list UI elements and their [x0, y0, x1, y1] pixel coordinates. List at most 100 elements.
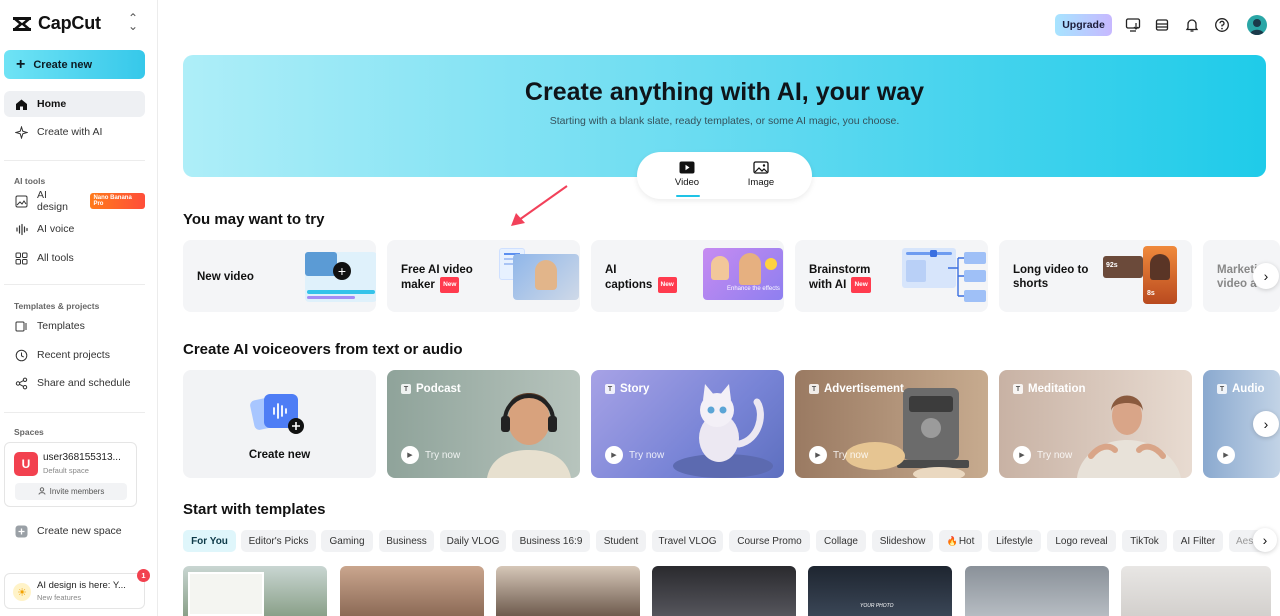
plus-icon: + — [16, 55, 26, 73]
tab-video[interactable]: Video — [662, 161, 712, 188]
voice-card-title: Story — [620, 383, 650, 395]
try-card-line2: shorts — [1013, 278, 1049, 290]
try-card-new-video[interactable]: New video + — [183, 240, 376, 312]
sidebar-item-all-tools[interactable]: All tools — [4, 245, 145, 271]
voice-card-meditation[interactable]: T Meditation ▶ Try now — [999, 370, 1192, 478]
sidebar-item-create-with-ai[interactable]: Create with AI — [4, 119, 145, 145]
spaces-section-label: Spaces — [14, 427, 44, 437]
fire-icon: 🔥 — [946, 535, 958, 546]
new-video-preview: + — [305, 252, 376, 302]
help-icon[interactable] — [1213, 16, 1230, 33]
sidebar-item-label: Create with AI — [37, 126, 103, 138]
template-thumb-text: YOUR PHOTO — [860, 603, 894, 609]
chip-for-you[interactable]: For You — [183, 530, 236, 552]
chip-course-promo[interactable]: Course Promo — [729, 530, 810, 552]
voice-carousel-next-button[interactable]: › — [1253, 411, 1279, 437]
sidebar-item-label: AI design — [37, 189, 68, 213]
caption-overlay-text: Enhance the effects — [727, 286, 780, 292]
sidebar-item-recent-projects[interactable]: Recent projects — [4, 342, 145, 368]
capcut-logo[interactable]: CapCut — [12, 13, 101, 34]
ai-video-preview — [513, 254, 579, 300]
notification-count-badge: 1 — [137, 569, 150, 582]
notification-card[interactable]: ☀ AI design is here: Y... New features 1 — [4, 569, 150, 609]
new-badge: New — [851, 277, 871, 293]
voice-card-story[interactable]: T Story ▶ Try now — [591, 370, 784, 478]
create-new-space-button[interactable]: Create new space — [4, 518, 145, 544]
space-card[interactable]: U user368155313... Default space Invite … — [4, 442, 137, 507]
voice-card-advertisement[interactable]: T Advertisement ▶ Try now — [795, 370, 988, 478]
hero-subtitle: Starting with a blank slate, ready templ… — [549, 115, 900, 127]
upgrade-button[interactable]: Upgrade — [1055, 14, 1112, 36]
desktop-download-icon[interactable] — [1124, 16, 1141, 33]
chip-slideshow[interactable]: Slideshow — [872, 530, 933, 552]
chips-next-button[interactable]: › — [1253, 528, 1277, 552]
chip-travel-vlog[interactable]: Travel VLOG — [652, 530, 723, 552]
template-thumb[interactable] — [183, 566, 327, 616]
chip-editors-picks[interactable]: Editor's Picks — [241, 530, 316, 552]
try-card-free-ai-video-maker[interactable]: Free AI video maker New — [387, 240, 580, 312]
bell-icon[interactable] — [1183, 16, 1200, 33]
chip-ai-filter[interactable]: AI Filter — [1173, 530, 1223, 552]
voice-create-new-label: Create new — [248, 449, 311, 461]
chip-logo-reveal[interactable]: Logo reveal — [1047, 530, 1116, 552]
add-square-icon — [15, 525, 28, 538]
inbox-icon[interactable] — [1153, 16, 1170, 33]
voice-card-label: T Podcast — [401, 383, 461, 395]
space-name: user368155313... — [43, 452, 121, 463]
sidebar-item-templates[interactable]: Templates — [4, 313, 145, 339]
active-tab-indicator — [676, 195, 700, 197]
grid-icon — [15, 252, 28, 265]
voice-card-podcast[interactable]: T Podcast ▶ Try now — [387, 370, 580, 478]
chip-collage[interactable]: Collage — [816, 530, 866, 552]
try-now-button[interactable]: ▶ Try now — [605, 446, 664, 464]
template-thumb[interactable] — [496, 566, 640, 616]
try-now-button[interactable]: ▶ Try now — [809, 446, 868, 464]
mindmap-preview — [902, 248, 986, 302]
template-thumb[interactable]: YOUR PHOTO — [808, 566, 952, 616]
chip-business-16-9[interactable]: Business 16:9 — [512, 530, 590, 552]
captions-preview: Enhance the effects — [703, 248, 783, 300]
template-thumb[interactable] — [965, 566, 1109, 616]
voice-card-title: Podcast — [416, 383, 461, 395]
try-carousel-next-button[interactable]: › — [1253, 263, 1279, 289]
try-card-long-video-to-shorts[interactable]: Long video to shorts 92s 8s — [999, 240, 1192, 312]
chip-gaming[interactable]: Gaming — [321, 530, 373, 552]
chip-tiktok[interactable]: TikTok — [1122, 530, 1167, 552]
long-video-thumbnail: 92s — [1103, 256, 1143, 278]
try-now-button[interactable]: ▶ Try now — [1013, 446, 1072, 464]
workspace-switch-icon[interactable]: ⌃ ⌄ — [128, 12, 138, 32]
voice-card-title: Advertisement — [824, 383, 904, 395]
invite-members-button[interactable]: Invite members — [15, 483, 127, 500]
home-icon — [15, 98, 28, 111]
play-icon: ▶ — [809, 446, 827, 464]
sidebar-item-ai-design[interactable]: AI design Nano Banana Pro — [4, 188, 145, 214]
try-card-label: Brainstorm with AI New — [809, 263, 904, 293]
add-icon: + — [333, 262, 351, 280]
try-card-ai-captions[interactable]: AI captions New Enhance the effects — [591, 240, 784, 312]
chip-hot[interactable]: 🔥 Hot — [939, 530, 982, 552]
template-thumb[interactable] — [1121, 566, 1271, 616]
try-card-line1: AI — [605, 264, 617, 276]
sidebar-item-share-schedule[interactable]: Share and schedule — [4, 370, 145, 396]
try-now-button[interactable]: ▶ Try now — [401, 446, 460, 464]
try-now-button[interactable]: ▶ — [1217, 446, 1235, 464]
template-thumb[interactable] — [652, 566, 796, 616]
try-card-line1: Long video to — [1013, 264, 1089, 276]
template-thumb[interactable] — [340, 566, 484, 616]
play-icon: ▶ — [605, 446, 623, 464]
chip-student[interactable]: Student — [596, 530, 646, 552]
sidebar-item-home[interactable]: Home — [4, 91, 145, 117]
image-edit-icon — [15, 195, 28, 208]
chip-lifestyle[interactable]: Lifestyle — [988, 530, 1041, 552]
create-new-button[interactable]: + Create new — [4, 50, 145, 79]
tab-image[interactable]: Image — [736, 161, 786, 188]
app-name: CapCut — [38, 13, 101, 33]
new-badge: New — [440, 277, 460, 293]
try-card-brainstorm-with-ai[interactable]: Brainstorm with AI New — [795, 240, 988, 312]
chip-daily-vlog[interactable]: Daily VLOG — [440, 530, 506, 552]
try-card-label: Free AI video maker New — [401, 263, 496, 293]
sidebar-item-ai-voice[interactable]: AI voice — [4, 216, 145, 242]
voice-card-create-new[interactable]: Create new — [183, 370, 376, 478]
chip-business[interactable]: Business — [379, 530, 434, 552]
user-avatar[interactable] — [1247, 15, 1267, 35]
